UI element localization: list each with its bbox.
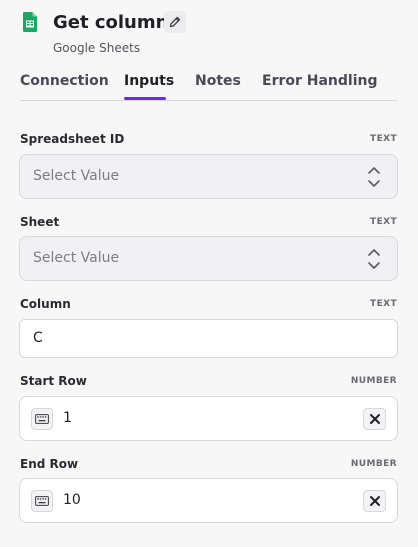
chevron-up-down-icon xyxy=(368,167,380,187)
clear-start-row-button[interactable] xyxy=(363,408,386,430)
start-row-input[interactable]: 1 xyxy=(19,396,398,441)
end-row-type-badge: NUMBER xyxy=(350,459,397,469)
column-label: Column xyxy=(20,297,71,311)
keyboard-toggle-button[interactable] xyxy=(31,490,53,512)
pencil-icon xyxy=(169,16,181,28)
tab-inputs[interactable]: Inputs xyxy=(124,73,174,89)
spreadsheet-id-label: Spreadsheet ID xyxy=(20,132,125,146)
google-sheets-icon xyxy=(23,12,37,32)
tab-notes[interactable]: Notes xyxy=(195,73,241,89)
spreadsheet-id-type-badge: TEXT xyxy=(370,134,397,144)
end-row-value: 10 xyxy=(63,492,81,508)
page-title: Get column xyxy=(53,12,169,33)
keyboard-toggle-button[interactable] xyxy=(31,408,53,430)
sheet-placeholder: Select Value xyxy=(33,250,120,266)
page-subtitle: Google Sheets xyxy=(53,41,141,55)
start-row-type-badge: NUMBER xyxy=(350,376,397,386)
spreadsheet-id-placeholder: Select Value xyxy=(33,168,120,184)
start-row-value: 1 xyxy=(63,410,72,426)
active-tab-indicator xyxy=(124,97,166,100)
chevron-up-down-icon xyxy=(368,249,380,269)
column-input[interactable]: C xyxy=(19,319,398,358)
sheet-type-badge: TEXT xyxy=(370,217,397,227)
keyboard-icon xyxy=(35,414,49,424)
sheet-label: Sheet xyxy=(20,215,60,229)
clear-end-row-button[interactable] xyxy=(363,490,386,512)
end-row-input[interactable]: 10 xyxy=(19,478,398,523)
tab-bar: Connection Inputs Notes Error Handling xyxy=(20,71,397,101)
end-row-label: End Row xyxy=(20,457,79,471)
edit-title-button[interactable] xyxy=(164,11,186,33)
column-value: C xyxy=(33,330,43,346)
close-icon xyxy=(369,414,380,424)
close-icon xyxy=(369,496,380,506)
start-row-label: Start Row xyxy=(20,374,87,388)
keyboard-icon xyxy=(35,496,49,506)
tab-connection[interactable]: Connection xyxy=(20,73,109,89)
spreadsheet-id-select[interactable]: Select Value xyxy=(19,154,398,199)
column-type-badge: TEXT xyxy=(370,299,397,309)
tab-error-handling[interactable]: Error Handling xyxy=(262,73,378,89)
sheet-select[interactable]: Select Value xyxy=(19,236,398,281)
node-header: Get column Google Sheets xyxy=(20,11,400,57)
